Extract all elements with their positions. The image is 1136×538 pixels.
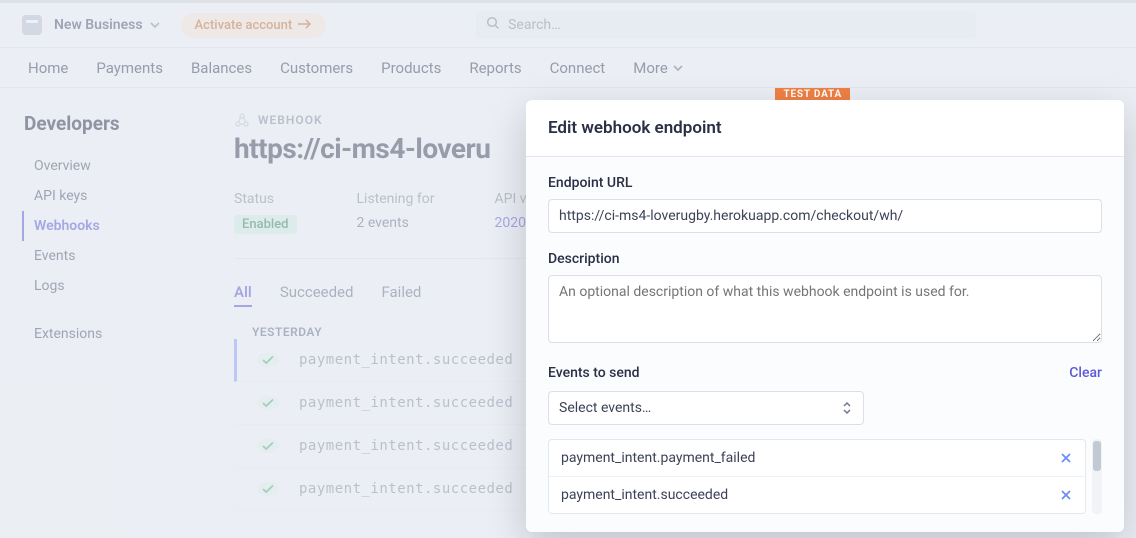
selected-event-item: payment_intent.payment_failed — [549, 440, 1085, 477]
scrollbar[interactable] — [1092, 439, 1102, 514]
selected-events-list: payment_intent.payment_failedpayment_int… — [548, 439, 1086, 514]
remove-event-icon[interactable] — [1059, 451, 1073, 465]
description-label: Description — [548, 251, 1102, 267]
selected-event-item: payment_intent.succeeded — [549, 477, 1085, 513]
select-events-dropdown[interactable]: Select events… — [548, 391, 864, 425]
endpoint-url-input[interactable] — [548, 199, 1102, 233]
panel-title: Edit webhook endpoint — [526, 100, 1124, 157]
clear-events-button[interactable]: Clear — [1069, 365, 1102, 381]
events-to-send-label: Events to send — [548, 365, 640, 381]
edit-webhook-panel: Edit webhook endpoint Endpoint URL Descr… — [526, 100, 1124, 532]
remove-event-icon[interactable] — [1059, 488, 1073, 502]
endpoint-url-label: Endpoint URL — [548, 175, 1102, 191]
updown-icon — [841, 401, 853, 415]
description-input[interactable] — [548, 275, 1102, 343]
